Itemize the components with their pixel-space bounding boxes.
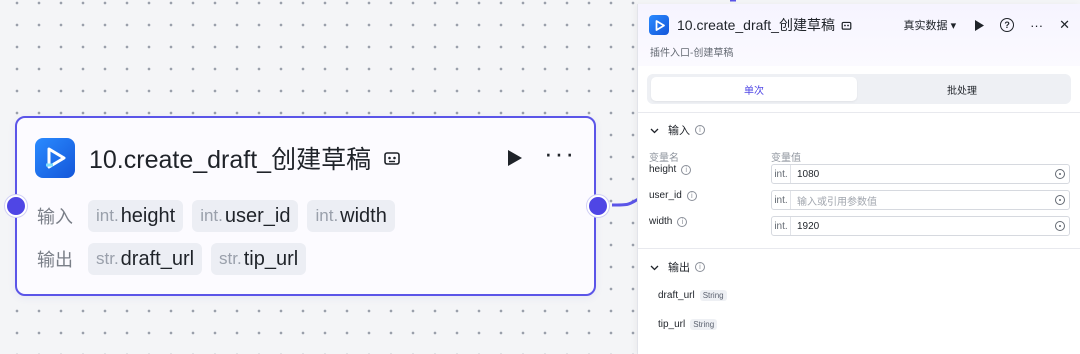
reference-icon[interactable]	[1055, 169, 1065, 179]
plugin-node[interactable]: 10.create_draft_创建草稿 ··· 输入 int. height i…	[15, 116, 596, 296]
data-mode-dropdown[interactable]: 真实数据 ▾	[904, 17, 957, 33]
tab-batch[interactable]: 批处理	[859, 77, 1065, 101]
reference-icon[interactable]	[1055, 221, 1065, 231]
type-tag: int.	[772, 191, 791, 209]
variable-input-width[interactable]: int. 1920	[771, 216, 1070, 236]
robot-icon	[384, 152, 400, 165]
reference-icon[interactable]	[1055, 195, 1065, 205]
output-chip-draft-url: str. draft_url	[88, 243, 203, 275]
divider	[638, 248, 1080, 249]
plugin-logo-icon	[35, 138, 75, 178]
type-tag: int.	[772, 165, 791, 183]
info-icon: i	[681, 164, 692, 175]
run-mode-tabs: 单次 批处理	[647, 74, 1071, 104]
input-section-title: 输入	[668, 125, 690, 137]
info-icon: i	[677, 216, 688, 227]
type-tag: str.	[96, 249, 119, 268]
input-port[interactable]	[5, 195, 27, 217]
variable-name: height	[649, 164, 677, 175]
variable-name: width	[649, 216, 673, 227]
type-tag: int.	[96, 206, 119, 225]
output-type-badge: String	[699, 290, 727, 301]
type-tag: int.	[772, 217, 791, 235]
info-icon: i	[695, 125, 705, 135]
node-title: 10.create_draft_创建草稿	[89, 146, 372, 174]
output-section-header[interactable]: 输出 i	[650, 259, 705, 275]
info-icon: i	[686, 190, 697, 201]
node-input-row: 输入 int. height int. user_id int. width	[37, 200, 395, 232]
variable-name: user_id	[649, 190, 682, 201]
variable-row-user-id: user_id i	[649, 190, 771, 201]
variable-row-height: height i	[649, 164, 771, 175]
divider	[638, 112, 1080, 113]
column-header-value: 变量值	[771, 153, 801, 164]
variable-input-user-id[interactable]: int. 输入或引用参数值	[771, 190, 1070, 210]
input-chip-user-id: int. user_id	[192, 200, 299, 232]
output-section-title: 输出	[668, 262, 690, 274]
type-tag: str.	[219, 249, 242, 268]
output-row-draft-url: draft_url String	[658, 290, 727, 301]
more-options-icon[interactable]: ···	[544, 140, 576, 166]
output-chip-tip-url: str. tip_url	[211, 243, 307, 275]
output-row-tip-url: tip_url String	[658, 319, 718, 330]
column-header-name: 变量名	[649, 153, 679, 164]
node-output-row: 输出 str. draft_url str. tip_url	[37, 243, 307, 275]
input-label: 输入	[37, 207, 73, 227]
param-name: height	[120, 204, 176, 227]
help-icon[interactable]: ?	[1000, 18, 1015, 32]
param-name: user_id	[224, 204, 291, 227]
variable-row-width: width i	[649, 216, 771, 227]
node-header: 10.create_draft_创建草稿 ···	[35, 138, 576, 178]
param-name: tip_url	[243, 247, 299, 270]
info-icon: i	[695, 262, 705, 272]
output-port[interactable]	[587, 195, 609, 217]
variable-value[interactable]: 1920	[791, 221, 1055, 232]
variable-input-height[interactable]: int. 1080	[771, 164, 1070, 184]
run-icon[interactable]	[974, 19, 985, 31]
input-chip-width: int. width	[307, 200, 395, 232]
test-run-panel: 10.create_draft_创建草稿 真实数据 ▾ ? ··· ✕ 插件入口…	[637, 4, 1080, 354]
run-node-icon[interactable]	[504, 148, 524, 168]
plugin-logo-icon	[649, 15, 669, 35]
input-section-header[interactable]: 输入 i	[650, 122, 705, 138]
output-name: draft_url	[658, 290, 695, 301]
more-icon[interactable]: ···	[1030, 18, 1043, 33]
tab-single[interactable]: 单次	[651, 77, 857, 101]
panel-subtitle: 插件入口-创建草稿	[650, 48, 734, 59]
panel-title: 10.create_draft_创建草稿	[677, 17, 835, 33]
variable-value-placeholder[interactable]: 输入或引用参数值	[791, 193, 1055, 208]
input-chip-height: int. height	[88, 200, 184, 232]
param-name: draft_url	[120, 247, 195, 270]
type-tag: int.	[200, 206, 223, 225]
output-label: 输出	[37, 250, 73, 270]
param-name: width	[340, 204, 387, 227]
output-type-badge: String	[690, 319, 718, 330]
panel-header: 10.create_draft_创建草稿 真实数据 ▾ ? ··· ✕	[649, 14, 1070, 36]
chevron-down-icon	[650, 128, 659, 133]
robot-icon	[841, 21, 852, 30]
variable-value[interactable]: 1080	[791, 169, 1055, 180]
type-tag: int.	[315, 206, 339, 225]
output-name: tip_url	[658, 319, 686, 330]
close-icon[interactable]: ✕	[1059, 18, 1070, 33]
chevron-down-icon	[650, 265, 659, 270]
